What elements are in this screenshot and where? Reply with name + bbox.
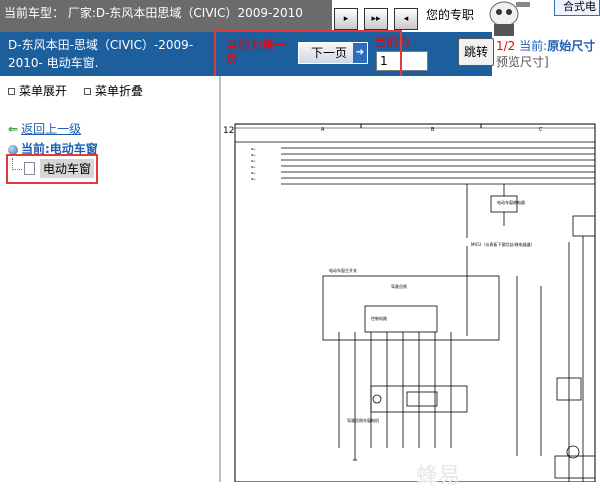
page-title: D-东风本田-思域（CIVIC）-2009-2010- 电动车窗. — [0, 32, 220, 76]
pager-highlight-box — [214, 30, 402, 82]
back-label: 返回上一级 — [21, 122, 82, 136]
fast-forward-button[interactable]: ▸▸ — [364, 8, 388, 30]
menu-expand-control[interactable]: 菜单展开 — [8, 82, 67, 99]
page-count: 1/2 — [496, 39, 516, 53]
column-letter: B — [431, 127, 435, 133]
shop-text: 合式电 — [563, 0, 596, 13]
diagram-page-number: 12 — [223, 126, 234, 136]
column-letter: A — [321, 127, 325, 133]
shop-box[interactable]: 合式电 — [554, 0, 600, 16]
page-title-text: D-东风本田-思域（CIVIC）-2009-2010- 电动车窗. — [8, 38, 194, 70]
last-page-button[interactable]: ◂ — [394, 8, 418, 30]
svg-text:No.: No. — [251, 147, 256, 151]
svg-text:No.: No. — [251, 171, 256, 175]
page-info: 1/2 当前:原始尺寸 预览尺寸] — [496, 38, 600, 70]
diagram-label: 控制电路 — [371, 315, 387, 321]
diagram-label: 驾驶员侧车窗电机 — [347, 417, 379, 423]
globe-icon — [8, 144, 18, 155]
sidebar: 菜单展开 菜单折叠 ⇐ 返回上一级 当前:电动车窗 电动车窗 — [0, 76, 220, 482]
jump-button[interactable]: 跳转 — [458, 38, 494, 66]
arrow-right-icon: ▸ — [343, 14, 349, 24]
tree-highlight-box — [6, 154, 98, 184]
diagram-label: 电动车窗主开关 — [329, 267, 357, 273]
current-size-label: 当前: — [519, 39, 548, 53]
watermark: 蜂易 — [416, 464, 461, 489]
svg-text:No.: No. — [251, 177, 256, 181]
wiring-diagram-svg: 12 A B C No. No. No. No. No. No. 电动车窗主开关 驾驶员… — [223, 123, 596, 482]
svg-text:No.: No. — [251, 159, 256, 163]
svg-text:No.: No. — [251, 153, 256, 157]
fast-forward-icon: ▸▸ — [371, 14, 381, 24]
menu-collapse-control[interactable]: 菜单折叠 — [84, 82, 143, 99]
back-link[interactable]: ⇐ 返回上一级 — [8, 120, 81, 137]
square-icon — [8, 88, 15, 95]
diagram-label: MICU（仪表板下保险丝/继电器盒） — [471, 241, 535, 247]
column-letter: C — [539, 127, 543, 133]
square-icon — [84, 88, 91, 95]
diagram-label: 驾驶员侧 — [391, 283, 407, 289]
svg-text:No.: No. — [251, 165, 256, 169]
preview-size-link[interactable]: 预览尺寸] — [496, 55, 549, 69]
current-model-bar: 当前车型： 厂家:D-东风本田思域（CIVIC）2009-2010 — [0, 0, 332, 32]
menu-collapse-label: 菜单折叠 — [95, 84, 144, 98]
original-size-link[interactable]: 原始尺寸 — [547, 39, 595, 53]
prev-button[interactable]: ▸ — [334, 8, 358, 30]
diagram-label: 电动车窗继电器 — [497, 199, 525, 205]
arrow-left-icon: ⇐ — [8, 122, 19, 136]
menu-expand-label: 菜单展开 — [19, 84, 68, 98]
wiring-diagram: 12 A B C No. No. No. No. No. No. 电动车窗主开关… — [221, 76, 600, 482]
current-model-text: 当前车型： 厂家:D-东风本田思域（CIVIC）2009-2010 — [4, 6, 303, 20]
welcome-text: 您的专职 — [426, 8, 475, 22]
arrow-left-icon: ◂ — [403, 14, 409, 24]
